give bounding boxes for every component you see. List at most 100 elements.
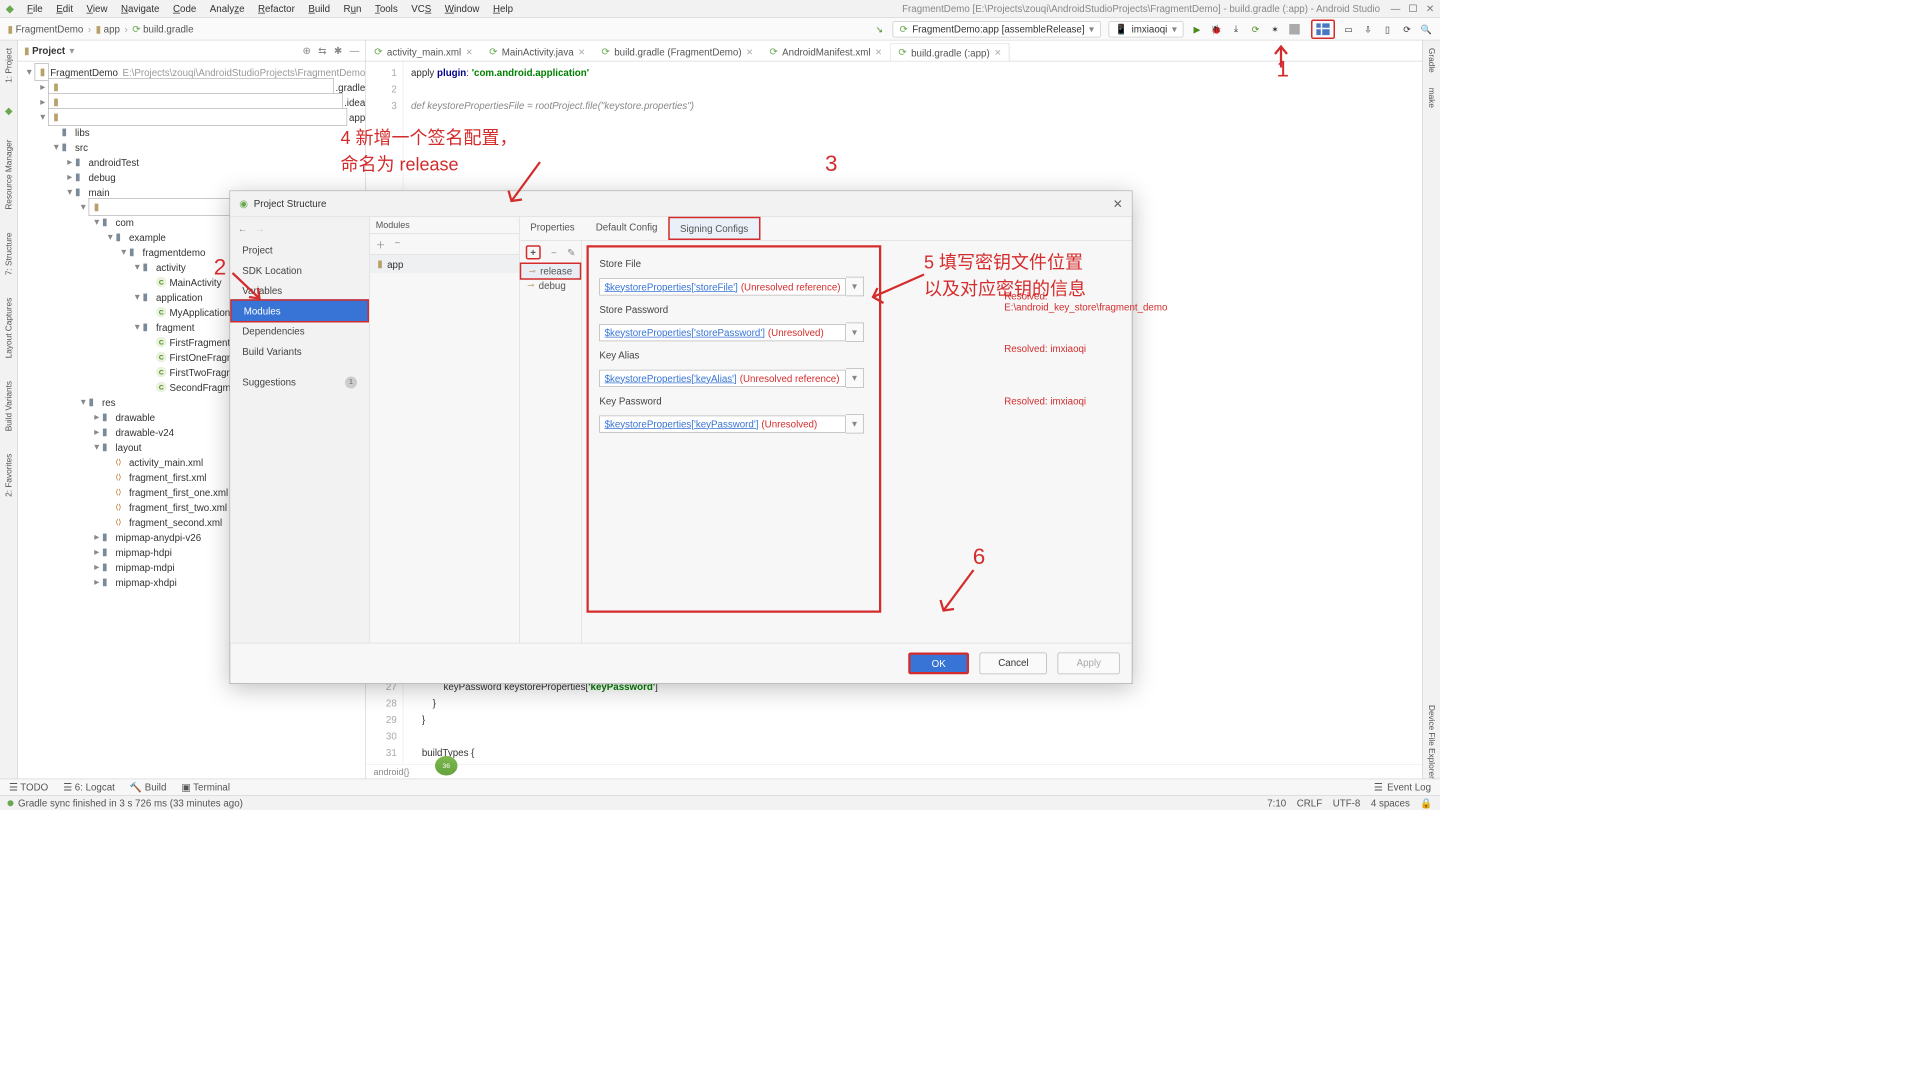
coverage-icon[interactable]: ⤓	[1230, 23, 1242, 35]
input-key-alias[interactable]: $keystoreProperties['keyAlias'] (Unresol…	[599, 369, 845, 386]
window-maximize[interactable]	[1409, 3, 1417, 15]
profile-icon[interactable]: ⟳	[1250, 23, 1262, 35]
menu-help[interactable]: Help	[493, 3, 513, 14]
tab-default-config[interactable]: Default Config	[585, 217, 668, 240]
sdk-icon[interactable]: ⇩	[1362, 23, 1374, 35]
close-icon[interactable]: ✕	[994, 48, 1001, 58]
tw-eventlog[interactable]: ☰ Event Log	[1374, 781, 1431, 793]
crumb-app[interactable]: ▮ app	[96, 23, 120, 35]
status-lineend[interactable]: CRLF	[1297, 797, 1322, 808]
side-variables[interactable]: Variables	[230, 281, 369, 301]
status-indent[interactable]: 4 spaces	[1371, 797, 1410, 808]
close-icon[interactable]: ✕	[875, 47, 882, 57]
input-store-password[interactable]: $keystoreProperties['storePassword'] (Un…	[599, 324, 845, 341]
rail-build-variants[interactable]: Build Variants	[4, 381, 13, 431]
status-encoding[interactable]: UTF-8	[1333, 797, 1361, 808]
signing-edit-button[interactable]: ✎	[567, 246, 575, 258]
rail-resmgr[interactable]: Resource Manager	[4, 140, 13, 210]
attach-icon[interactable]: ✶	[1269, 23, 1281, 35]
tab-properties[interactable]: Properties	[520, 217, 585, 240]
input-key-password[interactable]: $keystoreProperties['keyPassword'] (Unre…	[599, 415, 845, 432]
rail-make[interactable]: make	[1427, 88, 1436, 108]
run-icon[interactable]: ▶	[1191, 23, 1203, 35]
side-dependencies[interactable]: Dependencies	[230, 321, 369, 341]
editor-tab[interactable]: ⟳AndroidManifest.xml✕	[761, 42, 890, 61]
tw-build[interactable]: 🔨 Build	[130, 781, 167, 793]
menu-file[interactable]: File	[27, 3, 43, 14]
tw-terminal[interactable]: ▣ Terminal	[181, 781, 230, 793]
sync-gradle-icon[interactable]: ⟳	[1401, 23, 1413, 35]
tree-node[interactable]: ▾▮src	[18, 140, 365, 155]
tw-todo[interactable]: ☰ TODO	[9, 781, 48, 793]
menu-build[interactable]: Build	[308, 3, 330, 14]
tree-node[interactable]: ▸▮androidTest	[18, 155, 365, 170]
dropdown-key-password[interactable]: ▾	[846, 414, 864, 434]
close-icon[interactable]: ✕	[746, 47, 753, 57]
stop-icon[interactable]	[1289, 23, 1301, 35]
rail-structure[interactable]: 7: Structure	[4, 233, 13, 276]
collapse-icon[interactable]: ⇆	[318, 45, 326, 57]
dropdown-store-file[interactable]: ▾	[846, 277, 864, 297]
menu-view[interactable]: View	[87, 3, 108, 14]
ok-button[interactable]: OK	[908, 653, 969, 675]
crumb-file[interactable]: ⟳ build.gradle	[132, 23, 193, 35]
window-close[interactable]: ✕	[1426, 3, 1434, 15]
dialog-back-icon[interactable]: ←	[238, 223, 248, 234]
sync-icon[interactable]: ↘	[873, 23, 885, 35]
cancel-button[interactable]: Cancel	[980, 653, 1048, 675]
locate-icon[interactable]: ⊕	[302, 45, 310, 57]
module-app[interactable]: ▮ app	[370, 255, 519, 273]
code-breadcrumb[interactable]: android{}	[366, 764, 1422, 778]
dropdown-store-password[interactable]: ▾	[846, 323, 864, 343]
side-suggestions[interactable]: Suggestions	[230, 372, 369, 392]
signing-add-button[interactable]: +	[526, 245, 541, 259]
settings-icon[interactable]: ✱	[334, 45, 342, 57]
editor-tab[interactable]: ⟳activity_main.xml✕	[366, 42, 481, 61]
side-project[interactable]: Project	[230, 240, 369, 260]
menu-run[interactable]: Run	[344, 3, 362, 14]
dropdown-key-alias[interactable]: ▾	[846, 368, 864, 388]
memory-indicator[interactable]: 36	[435, 756, 458, 776]
module-add-icon[interactable]: ＋	[376, 237, 386, 251]
close-icon[interactable]: ✕	[466, 47, 473, 57]
debug-icon[interactable]: 🐞	[1211, 23, 1223, 35]
code-body-bot[interactable]: keyPassword keystoreProperties['keyPassw…	[404, 676, 666, 765]
project-dropdown[interactable]: ▮ Project ▾	[24, 45, 74, 57]
rail-favorites[interactable]: 2: Favorites	[4, 454, 13, 497]
layout-icon[interactable]: ▯	[1382, 23, 1394, 35]
window-minimize[interactable]: —	[1391, 3, 1401, 15]
input-store-file[interactable]: $keystoreProperties['storeFile'] (Unreso…	[599, 278, 845, 295]
menu-refactor[interactable]: Refactor	[258, 3, 295, 14]
search-icon[interactable]: 🔍	[1421, 23, 1433, 35]
menu-vcs[interactable]: VCS	[411, 3, 431, 14]
signing-release[interactable]: ⊸ release	[520, 263, 582, 280]
signing-remove-button[interactable]: −	[551, 247, 557, 258]
device-selector[interactable]: 📱imxiaoqi▾	[1108, 21, 1183, 38]
menu-analyze[interactable]: Analyze	[210, 3, 245, 14]
project-structure-button[interactable]	[1311, 19, 1335, 39]
rail-gradle[interactable]: Gradle	[1427, 48, 1436, 73]
run-config-selector[interactable]: ⟳FragmentDemo:app [assembleRelease]▾	[893, 21, 1101, 38]
side-modules[interactable]: Modules	[230, 299, 369, 322]
tree-node[interactable]: ▮libs	[18, 125, 365, 140]
tree-node[interactable]: ▾▮app	[18, 110, 365, 125]
editor-tab[interactable]: ⟳build.gradle (FragmentDemo)✕	[593, 42, 761, 61]
hide-icon[interactable]: —	[350, 45, 360, 57]
module-remove-icon[interactable]: −	[395, 237, 401, 251]
editor-tab[interactable]: ⟳MainActivity.java✕	[481, 42, 593, 61]
rail-layout-capture[interactable]: Layout Captures	[4, 298, 13, 359]
menu-code[interactable]: Code	[173, 3, 196, 14]
menu-edit[interactable]: Edit	[56, 3, 73, 14]
dialog-fwd-icon[interactable]: →	[255, 223, 265, 234]
menu-navigate[interactable]: Navigate	[121, 3, 159, 14]
rail-device-explorer[interactable]: Device File Explorer	[1427, 705, 1436, 779]
dialog-close-icon[interactable]: ✕	[1113, 196, 1123, 211]
tw-logcat[interactable]: ☰ 6: Logcat	[63, 781, 115, 793]
crumb-root[interactable]: ▮ FragmentDemo	[8, 23, 84, 35]
status-caret[interactable]: 7:10	[1267, 797, 1286, 808]
avd-icon[interactable]: ▭	[1343, 23, 1355, 35]
menu-window[interactable]: Window	[445, 3, 480, 14]
close-icon[interactable]: ✕	[578, 47, 585, 57]
tree-node[interactable]: ▸▮debug	[18, 170, 365, 185]
editor-tab[interactable]: ⟳build.gradle (:app)✕	[890, 43, 1009, 62]
